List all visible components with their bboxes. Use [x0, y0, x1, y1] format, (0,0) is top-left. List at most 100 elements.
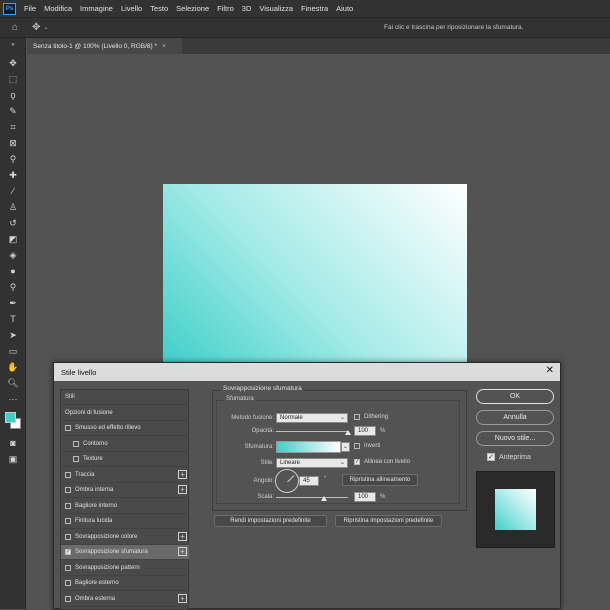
add-effect-icon[interactable]: +	[178, 593, 187, 603]
rectangle-tool-icon[interactable]: ▭	[5, 344, 21, 358]
blur-tool-icon[interactable]: ●	[5, 264, 21, 278]
gradient-dropdown[interactable]: ⌄	[341, 442, 350, 452]
dodge-tool-icon[interactable]: ⚲	[5, 280, 21, 294]
document-tab[interactable]: Senza titolo-1 @ 100% (Livello 0, RGB/8)…	[27, 38, 182, 54]
style-list-item[interactable]: Contorno	[61, 437, 189, 452]
invert-checkbox[interactable]: Inverti	[354, 443, 380, 449]
scale-input[interactable]: 100	[354, 492, 376, 502]
style-checkbox[interactable]: ✓	[65, 549, 71, 555]
style-list-item[interactable]: Bagliore esterno	[61, 576, 189, 591]
opacity-slider[interactable]	[276, 431, 348, 432]
style-list-item[interactable]: Ombra interna +	[61, 483, 189, 498]
reset-to-default-button[interactable]: Ripristina impostazioni predefinite	[335, 515, 442, 527]
paint-bucket-tool-icon[interactable]: ◈	[5, 248, 21, 262]
marquee-tool-icon[interactable]: ⬚	[5, 72, 21, 86]
chevron-down-icon[interactable]: ⌄	[43, 24, 48, 31]
move-tool-icon[interactable]: ✥	[32, 22, 40, 33]
move-tool-icon[interactable]: ✥	[5, 56, 21, 70]
style-list-item[interactable]: Texture	[61, 452, 189, 467]
dialog-title-bar[interactable]: Stile livello ✕	[54, 363, 560, 381]
frame-tool-icon[interactable]: ⊠	[5, 136, 21, 150]
dithering-checkbox[interactable]: Dithering	[354, 414, 388, 420]
style-checkbox[interactable]	[65, 502, 71, 509]
style-list-item[interactable]: Opzioni di fusione	[61, 406, 189, 421]
angle-input[interactable]: 45	[299, 476, 319, 486]
blend-mode-select[interactable]: Normale ⌄	[276, 413, 348, 423]
menu-item-testo[interactable]: Testo	[146, 4, 172, 13]
cancel-button[interactable]: Annulla	[476, 410, 554, 425]
screen-mode-icon[interactable]: ▣	[5, 452, 21, 466]
style-list-item[interactable]: Stili	[61, 390, 189, 405]
style-list-item[interactable]: Sovrapposizione colore +	[61, 530, 189, 545]
new-style-button[interactable]: Nuovo stile...	[476, 431, 554, 446]
reset-alignment-button[interactable]: Ripristina allineamento	[342, 474, 418, 486]
style-list-item[interactable]: ✓ Sovrapposizione sfumatura +	[61, 545, 189, 560]
lasso-tool-icon[interactable]: ϙ	[5, 88, 21, 102]
history-brush-tool-icon[interactable]: ↺	[5, 216, 21, 230]
style-checkbox[interactable]	[73, 456, 79, 462]
style-checkbox[interactable]	[65, 564, 71, 571]
make-default-button[interactable]: Rendi impostazioni predefinite	[214, 515, 327, 527]
gradient-picker[interactable]	[276, 441, 341, 453]
close-tab-icon[interactable]: ×	[162, 43, 166, 50]
healing-brush-tool-icon[interactable]: ✚	[5, 168, 21, 182]
menu-item-aiuto[interactable]: Aiuto	[332, 4, 357, 13]
hand-tool-icon[interactable]: ✋	[5, 360, 21, 374]
document-canvas[interactable]	[163, 184, 467, 364]
foreground-color-swatch[interactable]	[5, 412, 16, 423]
scale-slider[interactable]	[276, 497, 348, 498]
add-effect-icon[interactable]: +	[178, 485, 187, 494]
style-list-label: Opzioni di fusione	[65, 409, 113, 416]
eraser-tool-icon[interactable]: ◩	[5, 232, 21, 246]
type-tool-icon[interactable]: T	[5, 312, 21, 326]
path-selection-tool-icon[interactable]: ➤	[5, 328, 21, 342]
menu-item-modifica[interactable]: Modifica	[40, 4, 76, 13]
style-checkbox[interactable]	[65, 518, 71, 524]
menu-item-3d[interactable]: 3D	[238, 4, 256, 13]
menu-item-finestra[interactable]: Finestra	[297, 4, 332, 13]
style-list-item[interactable]: Finitura lucida	[61, 514, 189, 529]
menu-item-visualizza[interactable]: Visualizza	[255, 4, 297, 13]
clone-stamp-tool-icon[interactable]: ♙	[5, 200, 21, 214]
home-icon[interactable]: ⌂	[12, 22, 18, 33]
angle-dial[interactable]	[275, 469, 299, 493]
quick-selection-tool-icon[interactable]: ✎	[5, 104, 21, 118]
style-checkbox[interactable]	[65, 425, 71, 431]
add-effect-icon[interactable]: +	[178, 469, 187, 479]
style-checkbox[interactable]	[73, 440, 79, 447]
style-list-item[interactable]: Traccia +	[61, 468, 189, 483]
style-list-item[interactable]: Ombra esterna +	[61, 592, 189, 607]
menu-item-immagine[interactable]: Immagine	[76, 4, 117, 13]
pen-tool-icon[interactable]: ✒	[5, 296, 21, 310]
opacity-input[interactable]: 100	[354, 426, 376, 436]
style-list-item[interactable]: Sovrapposizione pattern	[61, 561, 189, 576]
close-icon[interactable]: ✕	[546, 365, 554, 376]
quick-mask-icon[interactable]: ◙	[5, 436, 21, 450]
style-list-label: Traccia	[75, 471, 95, 478]
style-select[interactable]: Lineare ⌄	[276, 458, 348, 468]
style-checkbox[interactable]	[65, 533, 71, 540]
style-checkbox[interactable]	[65, 487, 71, 493]
menu-item-file[interactable]: File	[20, 4, 40, 13]
add-effect-icon[interactable]: +	[178, 531, 187, 541]
ok-button[interactable]: OK	[476, 389, 554, 404]
scale-slider-thumb[interactable]	[321, 496, 328, 501]
style-list-item[interactable]: Smusso ed effetto rilievo	[61, 421, 189, 436]
zoom-tool-icon[interactable]: 🔍︎	[5, 376, 21, 390]
brush-tool-icon[interactable]: ∕	[5, 184, 21, 198]
opacity-slider-thumb[interactable]	[345, 430, 351, 435]
menu-item-selezione[interactable]: Selezione	[172, 4, 213, 13]
style-checkbox[interactable]	[65, 595, 71, 602]
menu-item-livello[interactable]: Livello	[117, 4, 146, 13]
crop-tool-icon[interactable]: ⌗	[5, 120, 21, 134]
style-list-item[interactable]: Bagliore interno	[61, 499, 189, 514]
align-with-layer-checkbox[interactable]: ✓ Allinea con livello	[354, 459, 410, 465]
style-checkbox[interactable]	[65, 580, 71, 586]
eyedropper-tool-icon[interactable]: ⚲	[5, 152, 21, 166]
more-tools-icon[interactable]: ···	[5, 392, 21, 406]
toolbar-collapse-icon[interactable]: »	[5, 38, 21, 52]
menu-item-filtro[interactable]: Filtro	[213, 4, 238, 13]
style-checkbox[interactable]	[65, 471, 71, 478]
add-effect-icon[interactable]: +	[178, 547, 187, 556]
preview-checkbox[interactable]: ✓ Anteprima	[487, 453, 531, 461]
